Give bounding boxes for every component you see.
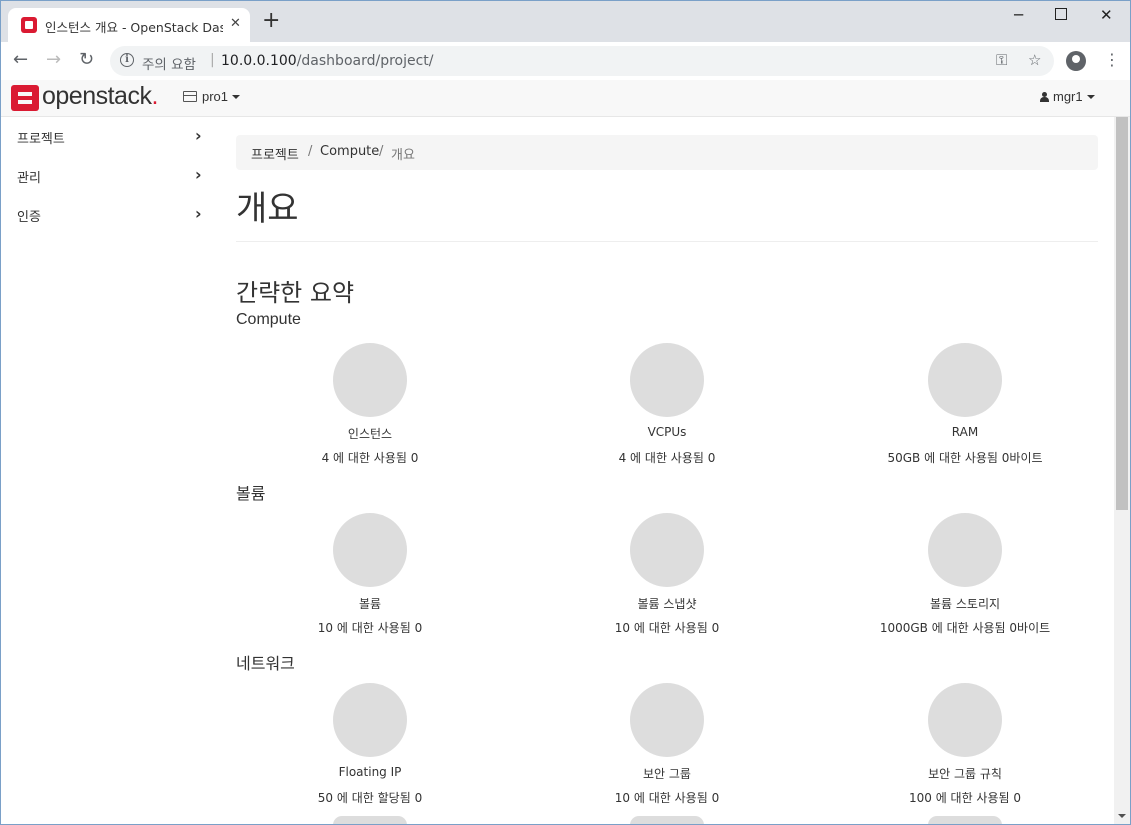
quota-label: RAM — [951, 425, 979, 439]
quota-label: 보안 그룹 규칙 — [928, 767, 1002, 781]
section-title-compute: Compute — [236, 311, 301, 328]
profile-avatar-icon[interactable] — [1066, 51, 1086, 71]
address-bar[interactable]: i 주의 요함 | 10.0.0.100/dashboard/project/ … — [110, 46, 1054, 76]
quota-pie-chart — [333, 816, 407, 825]
project-name: pro1 — [202, 89, 229, 104]
quota-pie-chart — [630, 513, 704, 587]
maximize-icon[interactable] — [1055, 8, 1067, 20]
quota-label: 볼륨 — [358, 597, 382, 611]
quota-pie-chart — [928, 343, 1002, 417]
quota-usage: 10 에 대한 사용됨 0 — [614, 791, 720, 805]
page-title: 개요 — [236, 189, 299, 229]
sidebar-item-label: 관리 — [17, 171, 41, 186]
breadcrumb-separator: / — [379, 144, 384, 159]
user-icon — [1040, 91, 1049, 102]
chevron-right-icon: › — [195, 165, 202, 184]
reload-icon[interactable]: ↻ — [79, 50, 94, 70]
quota-pie-chart — [333, 683, 407, 757]
tab-title: 인스턴스 개요 - OpenStack Dashboard — [45, 20, 223, 35]
project-dropdown[interactable]: pro1 — [183, 89, 241, 104]
key-icon[interactable]: ⚿ — [996, 51, 1007, 69]
quota-usage: 10 에 대한 사용됨 0 — [614, 621, 720, 635]
quota-label: Floating IP — [338, 765, 402, 779]
breadcrumb-separator: / — [308, 144, 313, 159]
quota-label: VCPUs — [647, 425, 687, 439]
sidebar-item-identity[interactable]: 인증 › — [0, 198, 215, 228]
quota-pie-chart — [928, 816, 1002, 825]
quota-usage: 4 에 대한 사용됨 0 — [618, 451, 716, 465]
sidebar-item-admin[interactable]: 관리 › — [0, 159, 215, 189]
quota-pie-chart — [333, 343, 407, 417]
back-arrow-icon[interactable]: ← — [13, 50, 28, 70]
minimize-icon[interactable]: ─ — [1014, 6, 1023, 24]
divider — [236, 241, 1098, 242]
url-separator: | — [210, 52, 215, 68]
project-icon — [183, 91, 197, 103]
quota-usage: 50GB 에 대한 사용됨 0바이트 — [887, 451, 1043, 465]
breadcrumb-current: 개요 — [391, 148, 415, 163]
logo-dot: . — [151, 82, 158, 110]
tab-close-icon[interactable]: ✕ — [230, 16, 241, 31]
chevron-right-icon: › — [195, 126, 202, 145]
close-window-icon[interactable]: ✕ — [1100, 6, 1113, 24]
quota-pie-chart — [630, 816, 704, 825]
openstack-favicon-icon — [21, 17, 37, 33]
quota-pie-chart — [928, 683, 1002, 757]
quota-pie-chart — [630, 343, 704, 417]
quota-label: 볼륨 스냅샷 — [637, 597, 697, 611]
quota-pie-chart — [333, 513, 407, 587]
sidebar-item-project[interactable]: 프로젝트 › — [0, 120, 215, 150]
security-status[interactable]: 주의 요함 — [142, 53, 196, 73]
url-path: /dashboard/project/ — [296, 53, 434, 69]
scroll-down-arrow-icon[interactable] — [1118, 814, 1126, 818]
summary-title: 간략한 요약 — [236, 279, 355, 307]
quota-pie-chart — [928, 513, 1002, 587]
caret-down-icon — [232, 94, 241, 99]
browser-toolbar: ← → ↻ i 주의 요함 | 10.0.0.100/dashboard/pro… — [0, 42, 1131, 81]
breadcrumb-compute[interactable]: Compute — [320, 144, 379, 159]
quota-pie-chart — [630, 683, 704, 757]
url-host: 10.0.0.100 — [221, 53, 297, 69]
quota-usage: 4 에 대한 사용됨 0 — [321, 451, 419, 465]
browser-tab[interactable]: 인스턴스 개요 - OpenStack Dashboard ✕ — [8, 8, 250, 42]
browser-menu-icon[interactable]: ⋮ — [1104, 50, 1120, 70]
new-tab-icon[interactable]: + — [262, 10, 280, 32]
quota-usage: 1000GB 에 대한 사용됨 0바이트 — [879, 621, 1051, 635]
quota-label: 보안 그룹 — [643, 767, 691, 781]
url-text[interactable]: 10.0.0.100/dashboard/project/ — [221, 53, 434, 69]
info-icon[interactable]: i — [120, 53, 134, 67]
chevron-right-icon: › — [195, 204, 202, 223]
breadcrumb: 프로젝트 / Compute / 개요 — [236, 135, 1098, 170]
sidebar-item-label: 프로젝트 — [17, 132, 65, 147]
caret-down-icon — [1086, 94, 1095, 99]
user-dropdown[interactable]: mgr1 — [1040, 89, 1095, 104]
openstack-logo-icon[interactable] — [11, 85, 39, 111]
quota-label: 인스턴스 — [347, 427, 393, 441]
page-scrollbar[interactable] — [1114, 117, 1130, 824]
logo-word: openstack — [42, 82, 152, 110]
user-name: mgr1 — [1053, 89, 1083, 104]
section-title-volume: 볼륨 — [236, 486, 266, 503]
bookmark-star-icon[interactable]: ☆ — [1028, 51, 1041, 69]
scroll-thumb[interactable] — [1116, 117, 1128, 510]
quota-label: 볼륨 스토리지 — [929, 597, 1001, 611]
breadcrumb-project[interactable]: 프로젝트 — [251, 144, 299, 163]
openstack-logo-text[interactable]: openstack. — [42, 82, 158, 111]
quota-usage: 100 에 대한 사용됨 0 — [908, 791, 1022, 805]
browser-titlebar: 인스턴스 개요 - OpenStack Dashboard ✕ + ─ ✕ — [0, 0, 1131, 42]
sidebar-item-label: 인증 — [17, 210, 41, 225]
section-title-network: 네트워크 — [236, 656, 295, 673]
openstack-navbar: openstack. pro1 mgr1 — [0, 80, 1131, 117]
forward-arrow-icon[interactable]: → — [46, 50, 61, 70]
quota-usage: 10 에 대한 사용됨 0 — [317, 621, 423, 635]
quota-usage: 50 에 대한 할당됨 0 — [317, 791, 423, 805]
